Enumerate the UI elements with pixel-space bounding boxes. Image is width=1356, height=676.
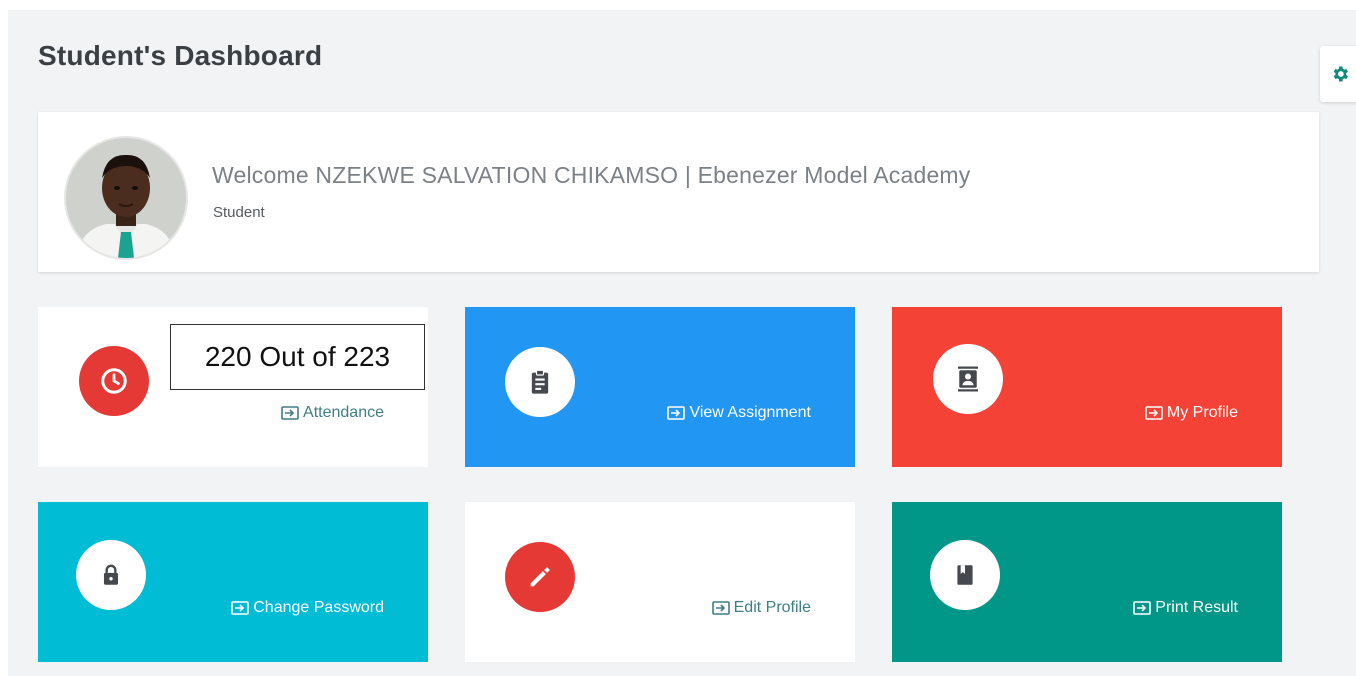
tile-print-result[interactable]: Print Result xyxy=(892,502,1282,662)
tile-my-profile[interactable]: My Profile xyxy=(892,307,1282,467)
edit-profile-link[interactable]: Edit Profile xyxy=(711,599,811,617)
contact-book-icon xyxy=(958,366,978,392)
book-icon-circle xyxy=(930,540,1000,610)
my-profile-link-label: My Profile xyxy=(1166,404,1238,421)
book-icon xyxy=(957,565,973,585)
enter-icon xyxy=(1145,406,1163,420)
clipboard-icon-circle xyxy=(505,347,575,417)
settings-button[interactable] xyxy=(1320,46,1356,102)
contact-book-icon-circle xyxy=(933,344,1003,414)
change-password-link[interactable]: Change Password xyxy=(231,599,384,617)
avatar xyxy=(64,136,188,260)
enter-icon xyxy=(231,601,250,615)
pencil-icon xyxy=(530,567,550,587)
edit-profile-link-label: Edit Profile xyxy=(733,599,811,616)
my-profile-link[interactable]: My Profile xyxy=(1145,404,1238,422)
print-result-link-label: Print Result xyxy=(1155,599,1238,616)
page-title: Student's Dashboard xyxy=(38,40,323,71)
print-result-link[interactable]: Print Result xyxy=(1133,599,1238,617)
welcome-message: Welcome NZEKWE SALVATION CHIKAMSO | Eben… xyxy=(212,162,971,188)
enter-icon xyxy=(667,406,686,420)
lock-icon xyxy=(103,564,119,585)
clipboard-icon xyxy=(531,369,549,394)
attendance-link[interactable]: Attendance xyxy=(281,404,384,422)
enter-icon xyxy=(1133,601,1152,615)
view-assignment-link[interactable]: View Assignment xyxy=(667,404,811,422)
pencil-icon-circle xyxy=(505,542,575,612)
enter-icon xyxy=(281,406,299,420)
attendance-link-label: Attendance xyxy=(303,404,384,421)
change-password-link-label: Change Password xyxy=(253,599,384,616)
clock-icon-circle xyxy=(79,346,149,416)
tile-view-assignment[interactable]: View Assignment xyxy=(465,307,855,467)
attendance-count: 220 Out of 223 xyxy=(170,324,425,390)
welcome-card: Welcome NZEKWE SALVATION CHIKAMSO | Eben… xyxy=(38,112,1319,272)
view-assignment-link-label: View Assignment xyxy=(689,404,811,421)
tile-change-password[interactable]: Change Password xyxy=(38,502,428,662)
lock-icon-circle xyxy=(76,540,146,610)
user-role: Student xyxy=(213,204,265,221)
tile-edit-profile[interactable]: Edit Profile xyxy=(465,502,855,662)
gear-icon xyxy=(1333,66,1348,82)
clock-icon xyxy=(101,368,127,394)
enter-icon xyxy=(711,601,730,615)
